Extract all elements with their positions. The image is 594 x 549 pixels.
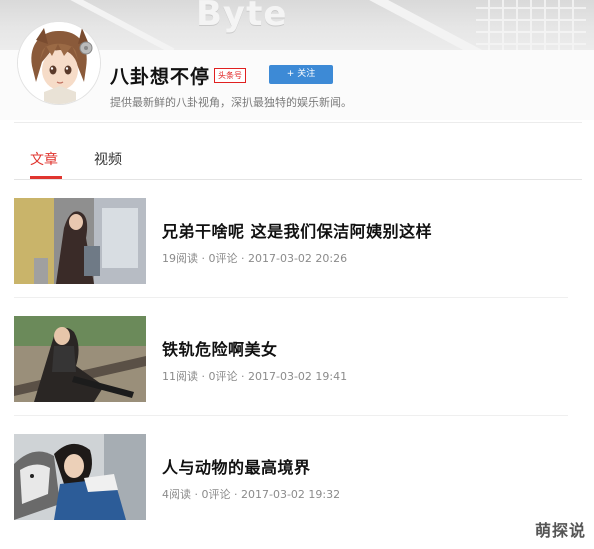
meta-separator: · xyxy=(230,488,241,501)
article-title[interactable]: 兄弟干啥呢 这是我们保洁阿姨别这样 xyxy=(162,218,432,242)
meta-separator: · xyxy=(198,252,209,265)
avatar[interactable] xyxy=(18,22,100,104)
article-thumbnail[interactable] xyxy=(14,316,146,402)
content-tabs: 文章 视频 xyxy=(14,122,582,180)
read-count: 19阅读 xyxy=(162,252,198,265)
article-meta: 4阅读 · 0评论 · 2017-03-02 19:32 xyxy=(162,486,340,502)
tab-articles[interactable]: 文章 xyxy=(30,149,58,169)
comment-count: 0评论 xyxy=(208,370,238,383)
meta-separator: · xyxy=(198,370,209,383)
comment-count: 0评论 xyxy=(208,252,238,265)
article-title[interactable]: 人与动物的最高境界 xyxy=(162,454,311,478)
article-meta: 19阅读 · 0评论 · 2017-03-02 20:26 xyxy=(162,250,347,266)
publish-date: 2017-03-02 20:26 xyxy=(248,252,348,265)
thumbnail-image xyxy=(14,198,146,284)
divider xyxy=(14,415,568,416)
divider xyxy=(14,297,568,298)
article-item[interactable]: 兄弟干啥呢 这是我们保洁阿姨别这样 19阅读 · 0评论 · 2017-03-0… xyxy=(14,198,574,284)
read-count: 11阅读 xyxy=(162,370,198,383)
meta-separator: · xyxy=(191,488,202,501)
verified-badge: 头条号 xyxy=(214,68,246,83)
profile-description: 提供最新鲜的八卦视角，深扒最独特的娱乐新闻。 xyxy=(110,96,352,109)
article-meta: 11阅读 · 0评论 · 2017-03-02 19:41 xyxy=(162,368,347,384)
meta-separator: · xyxy=(237,370,248,383)
read-count: 4阅读 xyxy=(162,488,191,501)
article-thumbnail[interactable] xyxy=(14,434,146,520)
tab-videos[interactable]: 视频 xyxy=(94,149,122,169)
comment-count: 0评论 xyxy=(201,488,231,501)
follow-button[interactable]: + 关注 xyxy=(269,65,333,84)
watermark: 萌探说 xyxy=(534,521,586,540)
article-title[interactable]: 铁轨危险啊美女 xyxy=(162,336,278,360)
publish-date: 2017-03-02 19:32 xyxy=(241,488,341,501)
avatar-illustration xyxy=(18,22,100,104)
article-item[interactable]: 铁轨危险啊美女 11阅读 · 0评论 · 2017-03-02 19:41 xyxy=(14,316,574,402)
thumbnail-image xyxy=(14,434,146,520)
publish-date: 2017-03-02 19:41 xyxy=(248,370,348,383)
active-tab-indicator xyxy=(30,176,62,179)
meta-separator: · xyxy=(237,252,248,265)
article-item[interactable]: 人与动物的最高境界 4阅读 · 0评论 · 2017-03-02 19:32 xyxy=(14,434,574,520)
banner-logo-text: Byte xyxy=(196,0,288,34)
article-thumbnail[interactable] xyxy=(14,198,146,284)
profile-name: 八卦想不停 xyxy=(110,66,211,88)
thumbnail-image xyxy=(14,316,146,402)
